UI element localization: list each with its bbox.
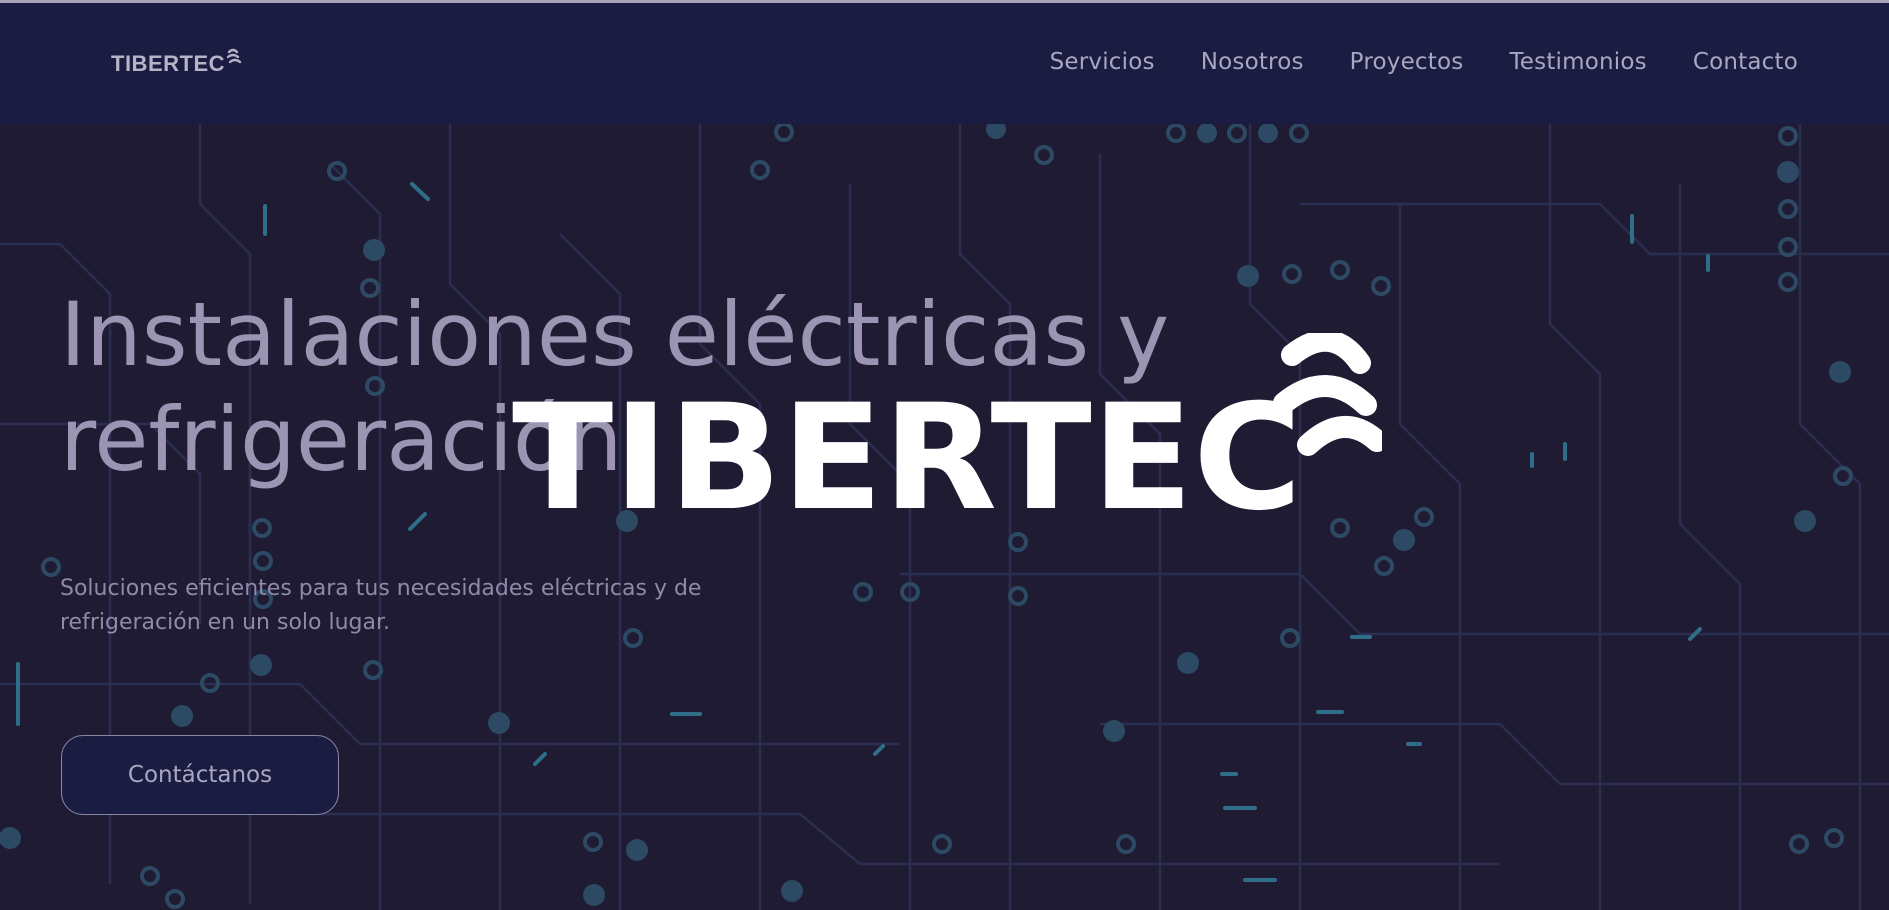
tibertec-logo-overlay: TIBERTEC xyxy=(512,333,1382,523)
nav-link-contacto[interactable]: Contacto xyxy=(1693,49,1798,75)
main-nav: Servicios Nosotros Proyectos Testimonios… xyxy=(1050,49,1798,75)
nav-link-proyectos[interactable]: Proyectos xyxy=(1350,49,1464,75)
hero-subtitle-line2: refrigeración en un solo lugar. xyxy=(60,610,390,635)
tibertec-wave-icon xyxy=(226,48,242,64)
nav-link-servicios[interactable]: Servicios xyxy=(1050,49,1155,75)
nav-link-nosotros[interactable]: Nosotros xyxy=(1201,49,1304,75)
contact-cta-button[interactable]: Contáctanos xyxy=(61,735,339,815)
brand-logo-link[interactable]: TIBERTEC xyxy=(111,48,242,77)
navbar: TIBERTEC Servicios Nosotros Proyectos Te… xyxy=(0,3,1889,124)
tibertec-logo-text: TIBERTEC xyxy=(512,373,1302,523)
nav-link-testimonios[interactable]: Testimonios xyxy=(1509,49,1646,75)
brand-name: TIBERTEC xyxy=(111,51,225,76)
hero-subtitle-line1: Soluciones eficientes para tus necesidad… xyxy=(60,576,702,601)
hero-subtitle: Soluciones eficientes para tus necesidad… xyxy=(60,572,760,640)
